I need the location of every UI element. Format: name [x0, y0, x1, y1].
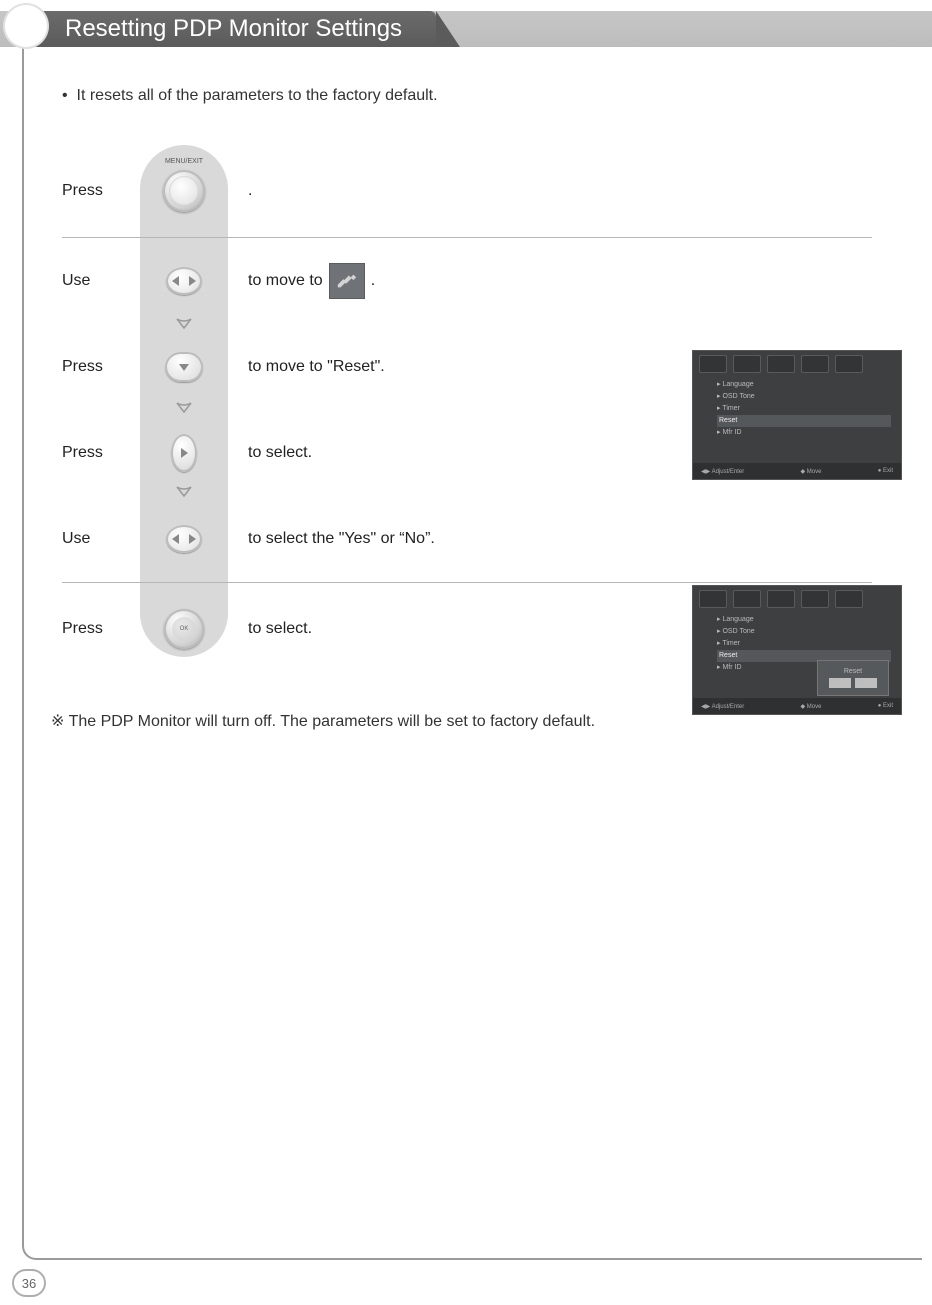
left-right-button-icon	[166, 525, 202, 553]
step-suffix: to select.	[228, 620, 312, 638]
tools-icon	[329, 263, 365, 299]
step-suffix-text: to move to	[248, 272, 323, 290]
header-circle-icon	[5, 5, 47, 47]
intro-text: It resets all of the parameters to the f…	[77, 87, 438, 104]
intro-line: • It resets all of the parameters to the…	[62, 87, 892, 105]
step-verb: Use	[62, 272, 140, 290]
step-suffix: to select.	[228, 444, 312, 462]
down-joystick-icon	[165, 352, 203, 382]
osd-no-button: No	[855, 678, 877, 688]
note-mark-icon: ※	[51, 713, 64, 730]
osd-yes-button: Yes	[829, 678, 851, 688]
left-right-button-icon	[166, 267, 202, 295]
step-verb: Press	[62, 620, 140, 638]
bullet-icon: •	[62, 87, 68, 104]
footnote-text: The PDP Monitor will turn off. The param…	[69, 713, 595, 730]
step-verb: Press	[62, 358, 140, 376]
step-verb: Press	[62, 182, 140, 200]
button-caption: OK	[172, 617, 196, 641]
step-suffix-dot: .	[371, 272, 375, 290]
osd-footer: ◀▶ Adjust/Enter ◆ Move ● Exit	[693, 698, 901, 714]
step-suffix: to move to .	[228, 263, 375, 299]
osd-foot-exit: ● Exit	[878, 468, 893, 474]
page-number: 36	[12, 1269, 46, 1297]
page-title: Resetting PDP Monitor Settings	[25, 11, 436, 47]
step-suffix: to select the "Yes" or “No”.	[228, 530, 435, 548]
steps-list: Press MENU/EXIT . Use to move to	[62, 145, 872, 731]
step-row: Press to select.	[62, 410, 872, 496]
menu-exit-button-icon: MENU/EXIT	[163, 170, 205, 212]
page-header: Resetting PDP Monitor Settings	[0, 0, 932, 48]
osd-foot-adjust: ◀▶ Adjust/Enter	[701, 703, 744, 710]
step-verb: Press	[62, 444, 140, 462]
right-select-button-icon	[171, 434, 197, 472]
step-row: Press to move to "Reset".	[62, 324, 872, 410]
step-suffix: to move to "Reset".	[228, 358, 385, 376]
osd-foot-move: ◆ Move	[801, 703, 822, 710]
step-row: Use to select the "Yes" or “No”.	[62, 496, 872, 582]
step-verb: Use	[62, 530, 140, 548]
step-suffix: .	[228, 182, 252, 200]
step-row: Press OK to select.	[62, 583, 872, 675]
ok-button-icon: OK	[164, 609, 204, 649]
osd-foot-exit: ● Exit	[878, 703, 893, 709]
button-caption: MENU/EXIT	[165, 158, 203, 165]
step-row: Use to move to .	[62, 238, 872, 324]
step-row: Press MENU/EXIT .	[62, 145, 872, 237]
content-area: • It resets all of the parameters to the…	[22, 47, 922, 751]
